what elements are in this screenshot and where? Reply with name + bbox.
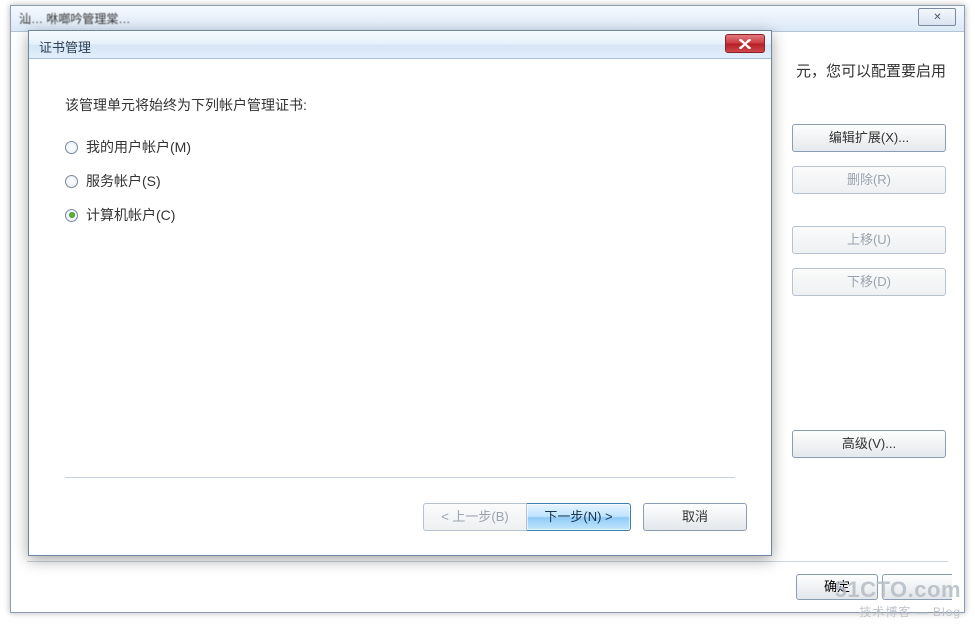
parent-cancel-button-clipped[interactable] bbox=[882, 574, 952, 600]
parent-side-buttons: 编辑扩展(X)... 删除(R) 上移(U) 下移(D) bbox=[792, 124, 946, 310]
dialog-body: 该管理单元将始终为下列帐户管理证书: 我的用户帐户(M) 服务帐户(S) 计算机… bbox=[29, 59, 771, 491]
back-next-group: < 上一步(B) 下一步(N) > bbox=[423, 503, 631, 531]
radio-service-account[interactable]: 服务帐户(S) bbox=[65, 171, 735, 191]
radio-label: 服务帐户(S) bbox=[86, 171, 161, 191]
advanced-button[interactable]: 高级(V)... bbox=[792, 430, 946, 458]
dialog-titlebar: 证书管理 bbox=[29, 31, 771, 59]
radio-icon bbox=[65, 209, 78, 222]
back-button: < 上一步(B) bbox=[423, 503, 527, 531]
remove-button: 删除(R) bbox=[792, 166, 946, 194]
radio-label: 我的用户帐户(M) bbox=[86, 137, 191, 157]
advanced-button-wrap: 高级(V)... bbox=[792, 430, 946, 472]
footer-separator bbox=[65, 477, 735, 478]
edit-extensions-button[interactable]: 编辑扩展(X)... bbox=[792, 124, 946, 152]
radio-computer-account[interactable]: 计算机帐户(C) bbox=[65, 205, 735, 225]
parent-title: 汕… 咻啷吟管理棠… bbox=[19, 10, 130, 27]
certificate-snapin-dialog: 证书管理 该管理单元将始终为下列帐户管理证书: 我的用户帐户(M) 服务帐户(S… bbox=[28, 30, 772, 556]
parent-separator bbox=[27, 561, 948, 562]
cancel-button[interactable]: 取消 bbox=[643, 503, 747, 531]
radio-label: 计算机帐户(C) bbox=[86, 205, 175, 225]
radio-icon bbox=[65, 175, 78, 188]
dialog-title: 证书管理 bbox=[39, 37, 91, 56]
move-up-button: 上移(U) bbox=[792, 226, 946, 254]
parent-close-button[interactable]: ✕ bbox=[918, 8, 956, 26]
parent-description-fragment: 元，您可以配置要启用 bbox=[796, 60, 946, 81]
close-icon bbox=[738, 39, 752, 49]
move-down-button: 下移(D) bbox=[792, 268, 946, 296]
parent-titlebar: 汕… 咻啷吟管理棠… ✕ bbox=[11, 6, 964, 32]
close-icon: ✕ bbox=[933, 12, 940, 23]
radio-icon bbox=[65, 141, 78, 154]
radio-my-user-account[interactable]: 我的用户帐户(M) bbox=[65, 137, 735, 157]
next-button[interactable]: 下一步(N) > bbox=[527, 503, 631, 531]
dialog-instruction: 该管理单元将始终为下列帐户管理证书: bbox=[65, 95, 735, 115]
dialog-footer: < 上一步(B) 下一步(N) > 取消 bbox=[29, 491, 771, 555]
parent-ok-button[interactable]: 确定 bbox=[796, 574, 878, 600]
dialog-close-button[interactable] bbox=[725, 34, 765, 53]
